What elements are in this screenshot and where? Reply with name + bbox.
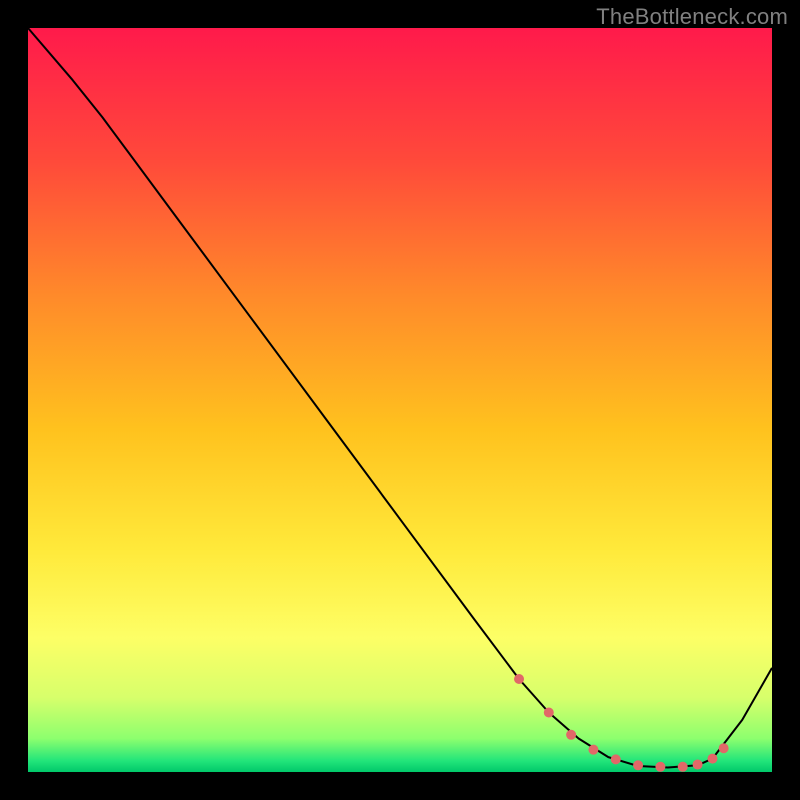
data-marker — [633, 760, 643, 770]
data-marker — [693, 760, 703, 770]
data-marker — [544, 707, 554, 717]
plot-background — [28, 28, 772, 772]
chart-canvas — [0, 0, 800, 800]
data-marker — [707, 754, 717, 764]
chart-stage: TheBottleneck.com — [0, 0, 800, 800]
data-marker — [611, 754, 621, 764]
data-marker — [566, 730, 576, 740]
data-marker — [678, 762, 688, 772]
data-marker — [719, 743, 729, 753]
data-marker — [588, 745, 598, 755]
data-marker — [655, 762, 665, 772]
data-marker — [514, 674, 524, 684]
